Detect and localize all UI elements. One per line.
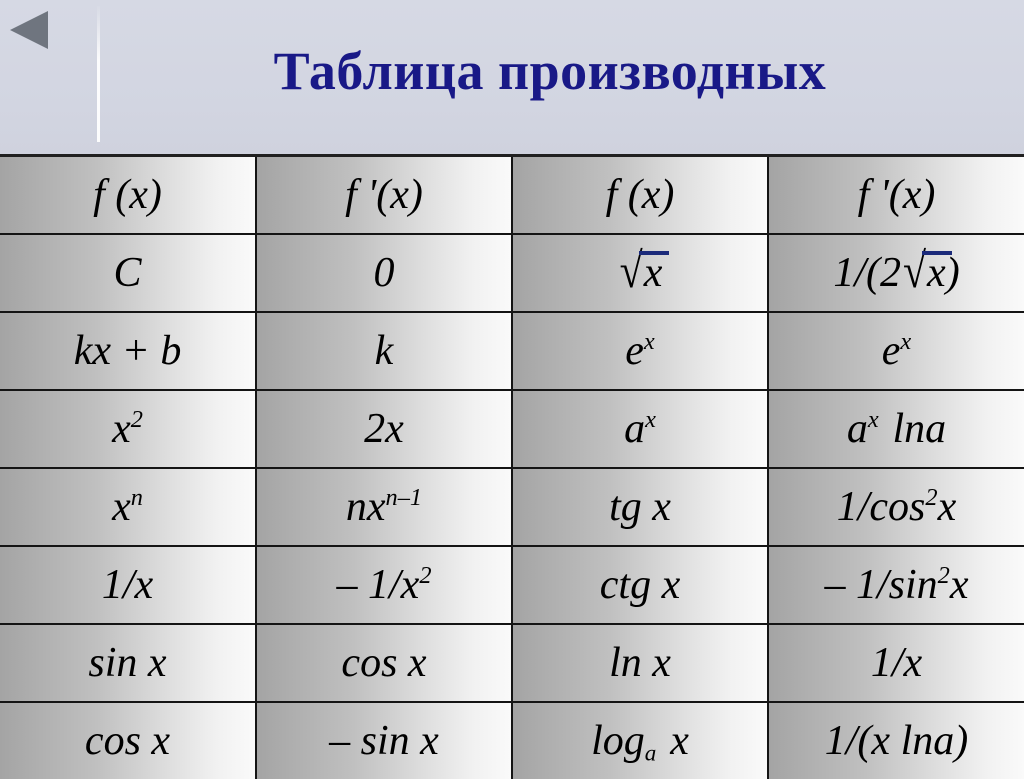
cell-dfx-exp-a: ax lna [767, 389, 1024, 469]
column-header-fx-2: f (x) [511, 154, 769, 235]
cell-text: 1/(x lna) [824, 718, 969, 764]
cell-text: a [846, 406, 868, 452]
cell-text: 1/x [101, 562, 154, 608]
cell-text: x [670, 718, 689, 764]
cell-fx-log-base-a: loga x [511, 701, 769, 779]
cell-fx-cotangent: ctg x [511, 545, 769, 625]
cell-text: x [949, 562, 969, 608]
cell-text: log [591, 718, 645, 764]
exponent: 2 [925, 484, 938, 511]
table-row: x2 2x ax ax lna [0, 389, 1024, 469]
cell-dfx-sqrt: 1/(2√ x) [767, 233, 1024, 313]
cell-text: x [937, 484, 957, 530]
cell-text: C [113, 250, 142, 296]
cell-dfx-cosine: – sin x [255, 701, 513, 779]
exponent: 2 [130, 406, 143, 433]
table-row: cos x – sin x loga x 1/(x lna) [0, 701, 1024, 779]
cell-text: lna [892, 406, 947, 452]
subscript: a [644, 739, 657, 766]
cell-text: k [374, 328, 394, 374]
cell-dfx-tangent: 1/cos2x [767, 467, 1024, 547]
cell-dfx-natural-log: 1/x [767, 623, 1024, 703]
cell-dfx-x-squared: 2x [255, 389, 513, 469]
column-header-dfx-1: f '(x) [255, 154, 513, 235]
cell-fx-x-squared: x2 [0, 389, 257, 469]
column-header-fx-1: f (x) [0, 154, 257, 235]
cell-text: cos x [84, 718, 171, 764]
cell-text: 0 [373, 250, 395, 296]
cell-dfx-log-base-a: 1/(x lna) [767, 701, 1024, 779]
cell-text: sin x [88, 640, 167, 686]
cell-text: f (x) [93, 172, 162, 218]
cell-text: cos x [341, 640, 427, 686]
cell-dfx-linear: k [255, 311, 513, 391]
cell-fx-exp-a: ax [511, 389, 769, 469]
exponent: 2 [419, 562, 432, 589]
cell-text: x [112, 406, 131, 452]
cell-text: ln x [609, 640, 671, 686]
exponent: x [643, 328, 655, 355]
cell-text: x [643, 250, 663, 296]
cell-text: ctg x [599, 562, 681, 608]
exponent: x [645, 406, 656, 433]
exponent: x [900, 328, 912, 355]
cell-fx-sqrt: √ x [511, 233, 769, 313]
cell-text: e [625, 328, 644, 374]
cell-dfx-sine: cos x [255, 623, 513, 703]
header-divider [97, 6, 100, 142]
triangle-left-icon[interactable] [10, 11, 48, 49]
table-row: xn nxn–1 tg x 1/cos2x [0, 467, 1024, 547]
cell-text: ) [945, 250, 960, 296]
cell-dfx-exp-e: ex [767, 311, 1024, 391]
table-row: kx + b k ex ex [0, 311, 1024, 391]
cell-text: f '(x) [345, 172, 423, 218]
cell-text: x [112, 484, 131, 530]
column-header-dfx-2: f '(x) [767, 154, 1024, 235]
cell-text: 1/(2 [833, 250, 901, 296]
table-header-row: f (x) f '(x) f (x) f '(x) [0, 154, 1024, 235]
cell-dfx-reciprocal: – 1/x2 [255, 545, 513, 625]
cell-fx-natural-log: ln x [511, 623, 769, 703]
cell-text: – 1/x [336, 562, 420, 608]
cell-fx-x-pow-n: xn [0, 467, 257, 547]
exponent: n–1 [385, 484, 423, 511]
cell-text: 1/x [870, 640, 923, 686]
table-row: C 0 √ x 1/(2√ x) [0, 233, 1024, 313]
cell-text: 1/cos [836, 484, 926, 530]
cell-text: tg x [609, 484, 671, 530]
vinculum-bar [638, 251, 669, 255]
cell-fx-tangent: tg x [511, 467, 769, 547]
cell-text: f (x) [605, 172, 675, 218]
cell-text: x [927, 250, 946, 296]
exponent: 2 [937, 562, 950, 589]
page-title: Таблица производных [273, 41, 827, 101]
exponent: x [867, 406, 879, 433]
cell-fx-reciprocal: 1/x [0, 545, 257, 625]
cell-fx-const: C [0, 233, 257, 313]
cell-fx-linear: kx + b [0, 311, 257, 391]
table-row: 1/x – 1/x2 ctg x – 1/sin2x [0, 545, 1024, 625]
cell-text: e [881, 328, 901, 374]
cell-text: nx [345, 484, 386, 530]
cell-text: a [624, 406, 646, 452]
sqrt-group: √ x [618, 247, 669, 297]
cell-dfx-cotangent: – 1/sin2x [767, 545, 1024, 625]
slide-root: Таблица производных f (x) f '(x) f (x) f… [0, 0, 1024, 779]
cell-text: – sin x [329, 718, 439, 764]
cell-text: f '(x) [857, 172, 936, 218]
cell-dfx-zero: 0 [255, 233, 513, 313]
cell-fx-sine: sin x [0, 623, 257, 703]
cell-text: 2x [364, 406, 404, 452]
exponent: n [130, 484, 143, 511]
table-row: sin x cos x ln x 1/x [0, 623, 1024, 703]
slide-header: Таблица производных [0, 0, 1024, 154]
cell-fx-cosine: cos x [0, 701, 257, 779]
cell-fx-exp-e: ex [511, 311, 769, 391]
cell-text: kx + b [73, 328, 182, 374]
sqrt-group: √ x [901, 247, 952, 297]
derivatives-table: f (x) f '(x) f (x) f '(x) C 0 √ x 1/(2√ x)… [0, 154, 1024, 779]
cell-text: – 1/sin [824, 562, 938, 608]
cell-dfx-x-pow-n: nxn–1 [255, 467, 513, 547]
vinculum-bar [921, 251, 952, 255]
